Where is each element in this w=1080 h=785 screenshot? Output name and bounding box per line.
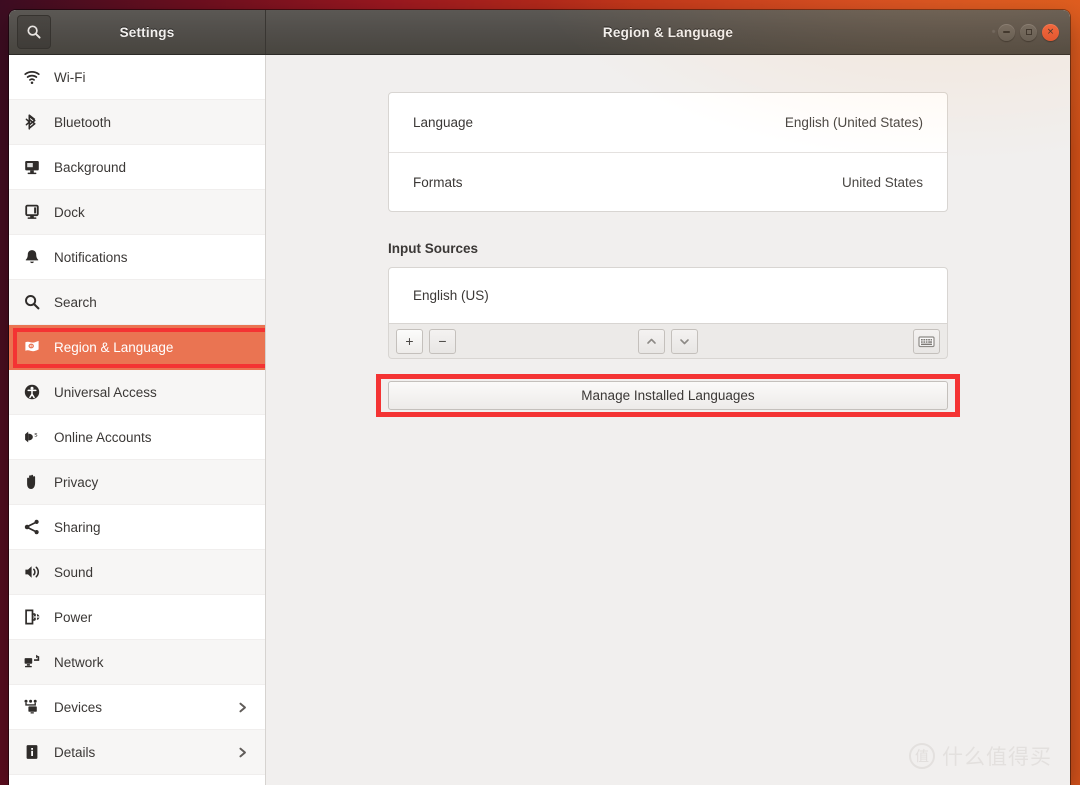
- maximize-button[interactable]: [1020, 23, 1037, 41]
- sidebar-item-label: Search: [54, 294, 97, 310]
- accessibility-icon: [23, 383, 41, 401]
- window-controls: ×: [998, 23, 1059, 41]
- sidebar-item-label: Notifications: [54, 249, 128, 265]
- watermark-text: 什么值得买: [942, 745, 1052, 769]
- language-row-value: English (United States): [784, 115, 923, 130]
- sidebar-item-label: Details: [54, 744, 96, 760]
- sidebar-item-label: Region & Language: [54, 339, 174, 355]
- list-item: English (US): [413, 288, 489, 303]
- titlebar-content-section: Region & Language ×: [266, 10, 1070, 54]
- sidebar-item-search[interactable]: Search: [9, 280, 265, 325]
- sidebar-item-notifications[interactable]: Notifications: [9, 235, 265, 280]
- input-sources-list[interactable]: English (US): [388, 267, 948, 324]
- language-formats-card: Language English (United States) Formats…: [388, 92, 948, 212]
- sidebar-item-label: Background: [54, 159, 127, 175]
- power-plug-icon: [23, 608, 41, 626]
- search-icon: [23, 293, 41, 311]
- desktop-wallpaper: Settings Region & Language × Wi-Fi Bluet…: [0, 0, 1080, 785]
- share-nodes-icon: [23, 518, 41, 536]
- sidebar-item-universal-access[interactable]: Universal Access: [9, 370, 265, 415]
- sidebar-item-label: Privacy: [54, 474, 99, 490]
- sidebar-item-bluetooth[interactable]: Bluetooth: [9, 100, 265, 145]
- sidebar-item-devices[interactable]: Devices: [9, 685, 265, 730]
- dock-icon: [23, 203, 41, 221]
- formats-row[interactable]: Formats United States: [389, 152, 947, 211]
- sidebar-item-label: Network: [54, 654, 104, 670]
- language-row[interactable]: Language English (United States): [389, 93, 947, 152]
- bell-icon: [23, 248, 41, 266]
- sidebar-item-dock[interactable]: Dock: [9, 190, 265, 235]
- sidebar-item-label: Online Accounts: [54, 429, 152, 445]
- window-body: Wi-Fi Bluetooth Background Dock Notification…: [9, 55, 1070, 785]
- reorder-buttons: [638, 328, 698, 354]
- chevron-right-icon: [236, 746, 249, 759]
- formats-row-label: Formats: [413, 174, 463, 190]
- sidebar-item-power[interactable]: Power: [9, 595, 265, 640]
- sidebar-item-online-accounts[interactable]: s Online Accounts: [9, 415, 265, 460]
- bluetooth-icon: [23, 113, 41, 131]
- formats-row-value: United States: [841, 174, 923, 190]
- manage-installed-languages-button[interactable]: Manage Installed Languages: [388, 381, 948, 410]
- sidebar-item-label: Universal Access: [54, 384, 157, 400]
- move-down-button[interactable]: [671, 328, 698, 354]
- sidebar-item-label: Sharing: [54, 519, 101, 535]
- sidebar-item-details[interactable]: Details: [9, 730, 265, 775]
- manage-languages-wrapper: Manage Installed Languages: [376, 374, 960, 417]
- titlebar-sidebar-section: Settings: [9, 10, 266, 54]
- move-up-button[interactable]: [638, 328, 665, 354]
- sidebar-item-background[interactable]: Background: [9, 145, 265, 190]
- sidebar-item-region-language[interactable]: Region & Language: [9, 325, 265, 370]
- sidebar-item-label: Dock: [54, 204, 85, 220]
- input-sources-toolbar: + −: [388, 324, 948, 359]
- sidebar-item-wi-fi[interactable]: Wi-Fi: [9, 55, 265, 100]
- watermark: 值 什么值得买: [909, 741, 1052, 771]
- sidebar-item-label: Power: [54, 609, 93, 625]
- maximize-icon: [1025, 29, 1032, 35]
- plus-icon: +: [405, 333, 414, 349]
- sidebar-item-sound[interactable]: Sound: [9, 550, 265, 595]
- online-accounts-icon: s: [23, 428, 41, 446]
- settings-content-pane: Language English (United States) Formats…: [266, 55, 1070, 785]
- svg-text:s: s: [34, 431, 38, 439]
- close-icon: ×: [1046, 26, 1055, 37]
- language-row-label: Language: [413, 115, 474, 130]
- minimize-icon: [1003, 31, 1010, 33]
- sidebar-item-label: Sound: [54, 564, 94, 580]
- page-title: Region & Language: [602, 24, 734, 40]
- minus-icon: −: [438, 333, 447, 349]
- wifi-icon: [23, 68, 41, 86]
- sidebar-item-label: Devices: [54, 699, 103, 715]
- chevron-right-icon: [236, 701, 249, 714]
- speaker-icon: [23, 563, 41, 581]
- hand-icon: [23, 473, 41, 491]
- flag-icon: [23, 338, 41, 356]
- input-sources-heading: Input Sources: [388, 241, 479, 256]
- settings-sidebar: Wi-Fi Bluetooth Background Dock Notification…: [9, 55, 266, 785]
- close-button[interactable]: ×: [1042, 23, 1059, 41]
- app-title: Settings: [119, 24, 175, 40]
- background-monitor-icon: [23, 158, 41, 176]
- devices-icon: [23, 698, 41, 716]
- sidebar-item-sharing[interactable]: Sharing: [9, 505, 265, 550]
- keyboard-icon[interactable]: [913, 328, 940, 354]
- window-titlebar: Settings Region & Language ×: [9, 10, 1070, 55]
- add-input-source-button[interactable]: +: [396, 328, 423, 354]
- sidebar-item-label: Wi-Fi: [54, 69, 86, 85]
- search-icon[interactable]: [17, 15, 51, 49]
- minimize-button[interactable]: [998, 23, 1015, 41]
- sidebar-item-network[interactable]: Network: [9, 640, 265, 685]
- settings-window: Settings Region & Language × Wi-Fi Bluet…: [9, 10, 1070, 785]
- sidebar-item-label: Bluetooth: [54, 114, 112, 130]
- network-icon: [23, 653, 41, 671]
- info-icon: [23, 743, 41, 761]
- remove-input-source-button[interactable]: −: [429, 328, 456, 354]
- sidebar-item-privacy[interactable]: Privacy: [9, 460, 265, 505]
- watermark-logo-icon: 值: [909, 743, 935, 769]
- toolbar-right-group: [913, 328, 940, 354]
